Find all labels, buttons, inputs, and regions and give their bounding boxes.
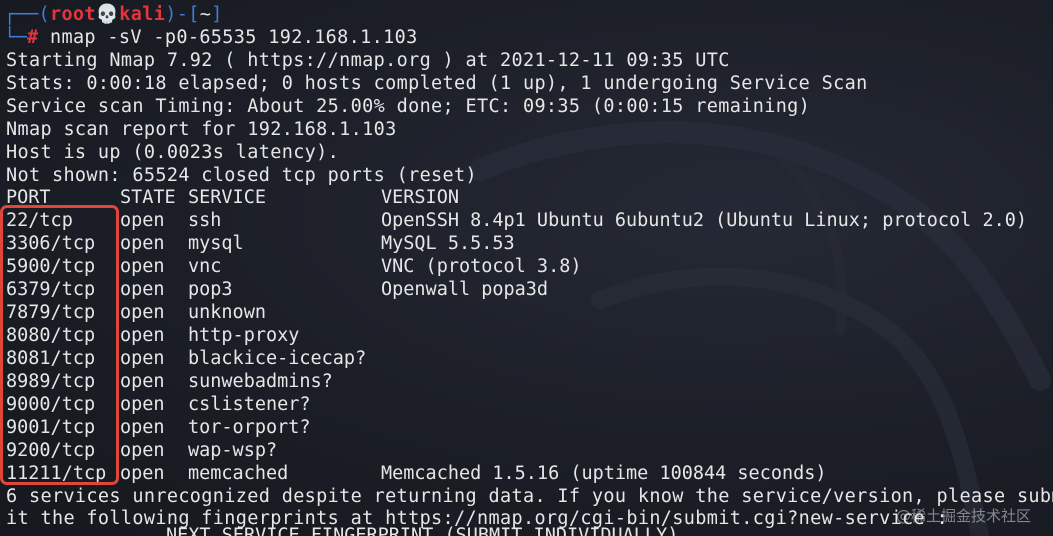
version-cell: OpenSSH 8.4p1 Ubuntu 6ubuntu2 (Ubuntu Li… [381,210,1028,231]
state-cell: open [120,210,165,231]
state-cell: open [120,463,165,484]
terminal-window[interactable]: ┌──(root💀kali)-[~] └─# nmap -sV -p0-6553… [0,0,1053,536]
version-cell: Openwall popa3d [381,279,549,300]
state-cell: open [120,440,165,461]
header-state: STATE [120,187,176,208]
service-cell: memcached [188,463,289,484]
state-cell: open [120,233,165,254]
prompt-hash: # [26,27,39,48]
service-cell: cslistener? [188,394,311,415]
header-service: SERVICE [188,187,266,208]
site-watermark: @稀土掘金技术社区 [895,507,1031,525]
state-cell: open [120,279,165,300]
state-cell: open [120,348,165,369]
prompt-header: ┌──(root💀kali)-[~] [4,4,223,26]
version-cell: MySQL 5.5.53 [381,233,515,254]
port-highlight-box [0,205,119,485]
state-cell: open [120,325,165,346]
state-cell: open [120,256,165,277]
prompt-separator: )-[ [165,4,200,25]
prompt-corner-bottom: └─ [4,27,27,48]
service-cell: sunwebadmins? [188,371,333,392]
prompt-directory: ~ [199,4,212,25]
prompt-close: ] [211,4,223,25]
skull-icon: 💀 [95,4,120,25]
command-text: nmap -sV -p0-65535 192.168.1.103 [38,27,418,48]
service-cell: unknown [188,302,266,323]
prompt-user: root [49,4,96,25]
command-line[interactable]: └─# nmap -sV -p0-65535 192.168.1.103 [4,27,418,49]
state-cell: open [120,371,165,392]
service-cell: ssh [188,210,222,231]
service-cell: pop3 [188,279,233,300]
output-line: Stats: 0:00:18 elapsed; 0 hosts complete… [6,73,868,94]
output-line: Service scan Timing: About 25.00% done; … [6,96,811,117]
header-version: VERSION [381,187,459,208]
service-cell: http-proxy [188,325,300,346]
output-line: Not shown: 65524 closed tcp ports (reset… [6,165,478,186]
service-cell: blackice-icecap? [188,348,367,369]
service-cell: wap-wsp? [188,440,278,461]
prompt-corner-top: ┌──( [4,4,50,25]
service-cell: tor-orport? [188,417,311,438]
output-line: Starting Nmap 7.92 ( https://nmap.org ) … [6,50,730,71]
output-line: Nmap scan report for 192.168.1.103 [6,119,397,140]
version-cell: Memcached 1.5.16 (uptime 100844 seconds) [381,463,827,484]
state-cell: open [120,417,165,438]
service-cell: vnc [188,256,222,277]
output-line: Host is up (0.0023s latency). [6,142,340,163]
state-cell: open [120,394,165,415]
prompt-host: kali [119,4,166,25]
version-cell: VNC (protocol 3.8) [381,256,582,277]
state-cell: open [120,302,165,323]
service-cell: mysql [188,233,244,254]
fingerprint-header-partial: NEXT SERVICE FINGERPRINT (SUBMIT INDIVID… [166,525,679,536]
